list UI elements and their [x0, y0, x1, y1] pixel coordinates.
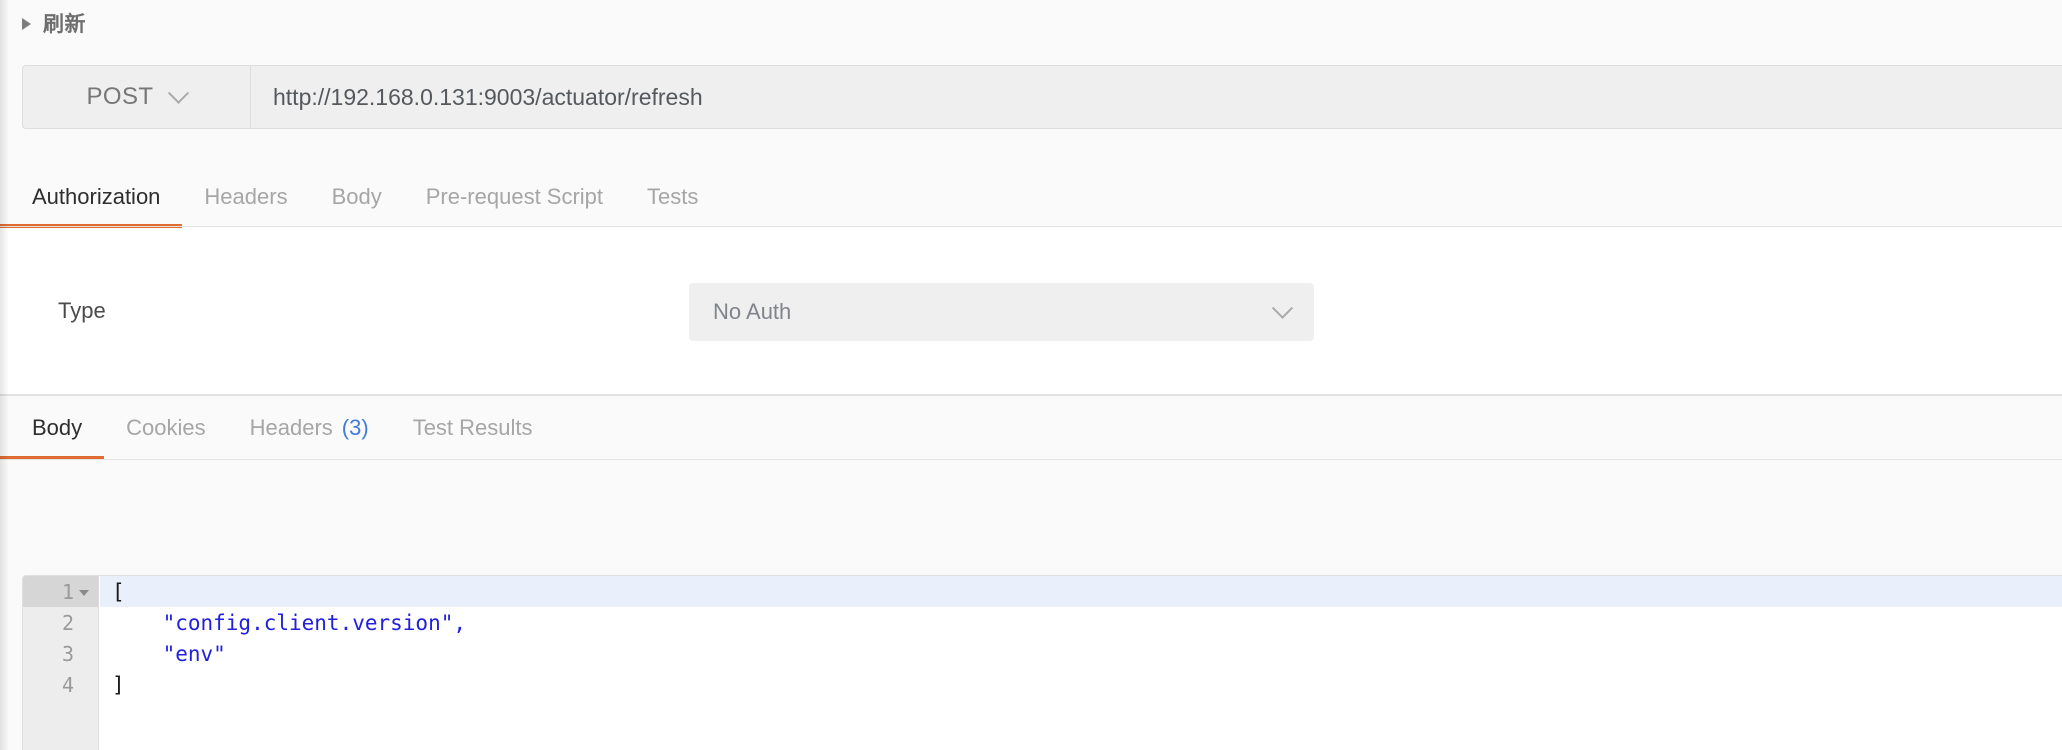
- gutter-line-2[interactable]: 2: [23, 607, 98, 638]
- response-tab-test-results[interactable]: Test Results: [391, 396, 555, 460]
- request-tabs: Authorization Headers Body Pre-request S…: [0, 165, 2062, 228]
- response-tab-body-label: Body: [32, 415, 83, 440]
- line-number: 2: [61, 610, 74, 635]
- code-line-1[interactable]: [: [100, 576, 2062, 607]
- code-line-2[interactable]: "config.client.version",: [100, 607, 2062, 638]
- tab-body[interactable]: Body: [310, 165, 404, 228]
- response-tab-cookies-label: Cookies: [126, 415, 206, 440]
- tab-tests[interactable]: Tests: [625, 165, 720, 228]
- gutter-line-1[interactable]: 1: [23, 576, 98, 607]
- triangle-right-icon[interactable]: [22, 17, 31, 30]
- code-line-2-text: "config.client.version",: [112, 610, 467, 635]
- response-tab-test-results-label: Test Results: [412, 415, 533, 440]
- code-fold-arrow-icon[interactable]: [79, 589, 89, 596]
- line-number: 3: [61, 641, 74, 666]
- url-bar: POST http://192.168.0.131:9003/actuator/…: [22, 65, 2062, 129]
- response-body-code-viewer[interactable]: 1 2 3 4 [ "config.client.version", "env"…: [22, 575, 2062, 750]
- line-number: 1: [61, 579, 74, 604]
- page-title: 刷新: [43, 13, 86, 36]
- response-headers-count: (3): [341, 415, 369, 440]
- response-tab-headers[interactable]: Headers (3): [228, 396, 391, 460]
- response-tab-headers-label: Headers: [249, 415, 333, 440]
- auth-type-value: No Auth: [713, 299, 792, 324]
- auth-type-select[interactable]: No Auth: [689, 283, 1314, 341]
- http-method-label: POST: [86, 83, 154, 110]
- code-line-4-text: ]: [112, 672, 125, 697]
- http-method-selector[interactable]: POST: [23, 66, 251, 128]
- request-tabs-divider: [0, 226, 2062, 227]
- response-tabs: Body Cookies Headers (3) Test Results: [0, 396, 2062, 460]
- tab-authorization-label: Authorization: [32, 183, 161, 209]
- response-tab-body[interactable]: Body: [0, 396, 105, 460]
- auth-type-label: Type: [58, 298, 106, 323]
- line-number: 4: [61, 672, 74, 697]
- tab-body-label: Body: [331, 183, 382, 209]
- code-content: [ "config.client.version", "env" ]: [100, 576, 2062, 750]
- gutter-line-4[interactable]: 4: [23, 669, 98, 700]
- code-line-4[interactable]: ]: [100, 669, 2062, 700]
- gutter-line-3[interactable]: 3: [23, 638, 98, 669]
- code-line-3-text: "env": [112, 641, 226, 666]
- chevron-down-icon: [168, 82, 190, 104]
- response-toolbar: Pretty Raw Preview JSON: [0, 460, 2062, 575]
- code-line-1-text: [: [112, 579, 125, 604]
- postman-request-response-panel: 刷新 POST http://192.168.0.131:9003/actuat…: [0, 0, 2062, 750]
- tab-pre-request-script-label: Pre-request Script: [425, 183, 604, 209]
- response-tab-cookies[interactable]: Cookies: [104, 396, 227, 460]
- request-title-bar: 刷新: [0, 0, 2062, 46]
- code-line-3[interactable]: "env": [100, 638, 2062, 669]
- tab-headers-label: Headers: [204, 183, 288, 209]
- tab-headers[interactable]: Headers: [182, 165, 309, 228]
- code-line-number-gutter: 1 2 3 4: [23, 576, 99, 750]
- tab-authorization[interactable]: Authorization: [0, 165, 183, 228]
- chevron-down-icon: [1271, 297, 1294, 319]
- request-url-input[interactable]: http://192.168.0.131:9003/actuator/refre…: [251, 66, 2062, 128]
- tab-pre-request-script[interactable]: Pre-request Script: [404, 165, 625, 228]
- tab-tests-label: Tests: [647, 183, 699, 209]
- authorization-panel: Type No Auth: [0, 228, 2062, 395]
